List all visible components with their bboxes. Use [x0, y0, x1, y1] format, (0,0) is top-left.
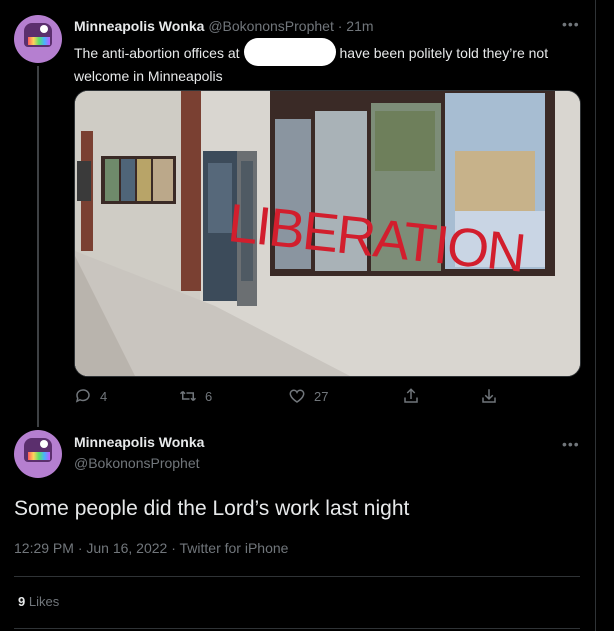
tweet-meta[interactable]: 12:29 PM · Jun 16, 2022 · Twitter for iP…: [14, 540, 288, 556]
likes-count: 9: [18, 594, 26, 609]
tweet-actions: 4 6 27: [74, 387, 534, 409]
display-name[interactable]: Minneapolis Wonka: [74, 18, 204, 34]
display-name[interactable]: Minneapolis Wonka: [74, 434, 204, 450]
download-button[interactable]: [480, 387, 506, 405]
avatar[interactable]: [14, 15, 62, 63]
divider: [14, 628, 580, 629]
more-icon[interactable]: •••: [562, 436, 580, 452]
retweet-button[interactable]: 6: [179, 387, 212, 405]
handle[interactable]: @BokononsProphet: [74, 455, 200, 471]
avatar[interactable]: [14, 430, 62, 478]
more-icon[interactable]: •••: [562, 16, 580, 32]
tweet-header: Minneapolis Wonka @BokononsProphet · 21m: [74, 16, 374, 36]
likes-label: Likes: [28, 594, 60, 609]
handle[interactable]: @BokononsProphet: [208, 18, 334, 34]
retweet-icon: [179, 390, 197, 402]
divider: [14, 576, 580, 577]
building-photo-svg: LIBERATION: [75, 91, 580, 376]
tweet-text-part1: The anti-abortion offices at: [74, 45, 240, 61]
download-icon: [482, 389, 496, 403]
like-button[interactable]: 27: [288, 387, 328, 405]
reply-button[interactable]: 4: [74, 387, 107, 405]
share-button[interactable]: [402, 387, 428, 405]
retweet-count: 6: [205, 388, 213, 404]
likes-summary[interactable]: 9 Likes: [18, 594, 59, 609]
tweet-text: The anti-abortion offices at have been po…: [74, 38, 574, 86]
like-icon: [289, 389, 305, 403]
tweet-photo[interactable]: LIBERATION: [74, 90, 581, 377]
timestamp[interactable]: · 21m: [338, 18, 374, 34]
like-count: 27: [314, 388, 329, 404]
tweet-text: Some people did the Lord’s work last nig…: [14, 497, 410, 520]
thread-connector: [37, 66, 39, 427]
redaction: [243, 38, 336, 66]
share-icon: [404, 388, 418, 403]
timeline-border: [595, 0, 596, 631]
reply-icon: [75, 389, 90, 403]
reply-count: 4: [100, 388, 108, 404]
